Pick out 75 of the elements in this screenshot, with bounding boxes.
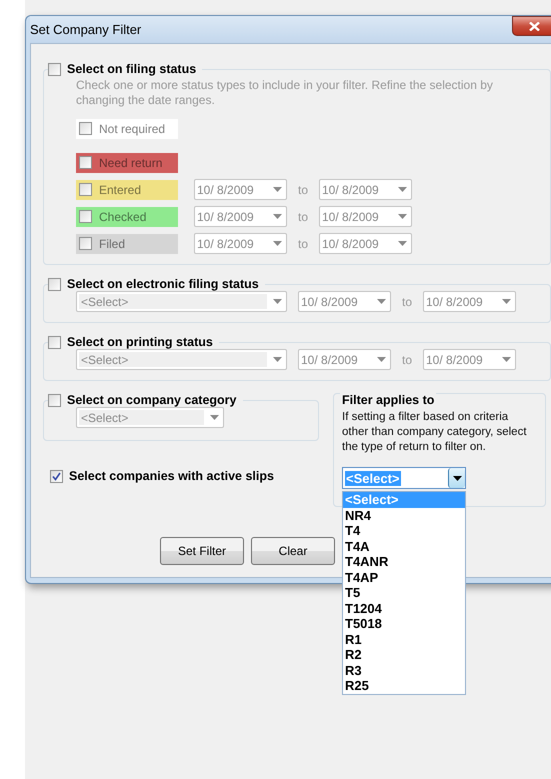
checkbox[interactable] [48, 336, 61, 348]
hint-text: Check one or more status types to include in your filter. Refine the selection by changing the date ranges. [75, 77, 494, 108]
window-title: Set Company Filter [30, 22, 142, 37]
list-option[interactable]: NR4 [343, 508, 465, 523]
close-icon [528, 22, 540, 30]
list-option[interactable]: R2 [343, 647, 465, 662]
checkbox[interactable] [79, 122, 92, 135]
select-dropdown[interactable]: <Select> [76, 349, 287, 370]
date-picker[interactable]: 10/ 8/2009 [194, 206, 287, 227]
select-dropdown[interactable]: <Select> [76, 407, 224, 428]
checkbox[interactable] [79, 183, 92, 196]
status-label: Filed [99, 236, 126, 250]
group-title: Select on electronic filing status [67, 277, 259, 291]
list-option[interactable]: T4AP [343, 570, 465, 585]
range-label: to [296, 182, 309, 196]
status-label: Checked [99, 210, 146, 224]
date-picker[interactable]: 10/ 8/2009 [423, 349, 516, 370]
checkbox[interactable] [48, 394, 61, 406]
range-label: to [296, 236, 309, 250]
list-option[interactable]: T1204 [343, 600, 465, 616]
list-option[interactable]: T4A [343, 538, 465, 554]
dropdown-arrow-icon [398, 241, 407, 246]
dropdown-arrow-icon [398, 187, 407, 192]
checkbox[interactable] [50, 470, 63, 482]
dropdown-button[interactable] [448, 468, 465, 488]
date-picker[interactable]: 10/ 8/2009 [423, 291, 516, 312]
dropdown-arrow-icon [273, 357, 282, 362]
status-label: Need return [99, 156, 162, 170]
list-option[interactable]: <Select> [343, 492, 465, 508]
date-picker[interactable]: 10/ 8/2009 [194, 179, 287, 200]
dropdown-arrow-icon [452, 476, 462, 480]
checkbox[interactable] [79, 210, 92, 223]
status-label: Entered [99, 182, 142, 196]
dialog-button[interactable]: Set Filter [160, 537, 244, 565]
dropdown-arrow-icon [502, 357, 511, 362]
checkbox[interactable] [48, 278, 61, 290]
group-title: Select on filing status [67, 62, 196, 76]
date-picker[interactable]: 10/ 8/2009 [319, 179, 412, 200]
list-option[interactable]: R3 [343, 662, 465, 678]
group-title: Select on printing status [67, 335, 213, 349]
list-option[interactable]: T4 [343, 523, 465, 538]
range-label: to [400, 294, 413, 308]
checkbox[interactable] [79, 237, 92, 250]
list-option[interactable]: T4ANR [343, 554, 465, 570]
group-title: Filter applies to [340, 393, 436, 407]
checkbox-label: Select companies with active slips [69, 469, 274, 483]
status-label: Not required [99, 122, 166, 136]
dropdown-arrow-icon [210, 415, 219, 420]
dropdown-arrow-icon [273, 299, 282, 304]
list-option[interactable]: T5018 [343, 616, 465, 632]
date-picker[interactable]: 10/ 8/2009 [194, 233, 287, 254]
list-option[interactable]: R1 [343, 632, 465, 647]
dropdown-arrow-icon [502, 299, 511, 304]
checkbox[interactable] [79, 156, 92, 169]
close-button[interactable] [512, 16, 551, 36]
description-text: If setting a filter based on criteria other than company category, select the type of return to filter on. [342, 410, 528, 455]
list-option[interactable]: R25 [343, 678, 465, 694]
date-picker[interactable]: 10/ 8/2009 [298, 349, 391, 370]
select-dropdown[interactable]: <Select> [342, 467, 466, 489]
dropdown-arrow-icon [398, 214, 407, 219]
range-label: to [400, 352, 413, 366]
date-picker[interactable]: 10/ 8/2009 [298, 291, 391, 312]
select-dropdown[interactable]: <Select> [76, 291, 287, 312]
date-picker[interactable]: 10/ 8/2009 [319, 206, 412, 227]
range-label: to [296, 210, 309, 224]
dialog-button[interactable]: Clear [251, 537, 335, 565]
group-title: Select on company category [67, 393, 237, 407]
checkbox[interactable] [48, 62, 61, 76]
dropdown-arrow-icon [273, 214, 282, 219]
dropdown-arrow-icon [377, 357, 386, 362]
list-option[interactable]: T5 [343, 585, 465, 600]
date-picker[interactable]: 10/ 8/2009 [319, 233, 412, 254]
dropdown-arrow-icon [273, 241, 282, 246]
dropdown-arrow-icon [377, 299, 386, 304]
dropdown-arrow-icon [273, 187, 282, 192]
